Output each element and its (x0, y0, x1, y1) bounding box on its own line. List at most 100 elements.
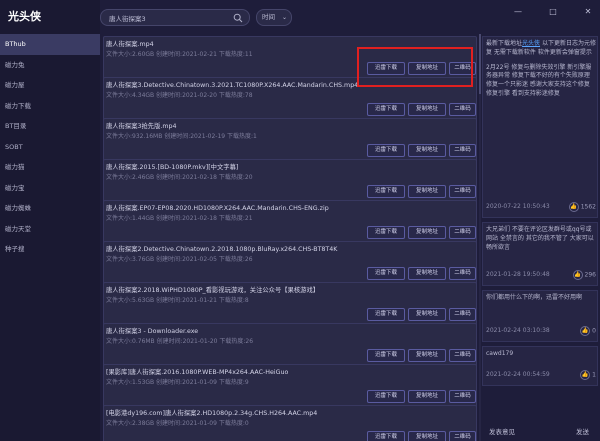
result-meta: 文件大小:5.63GB 创建时间:2021-01-21 下载热度:8 (106, 297, 249, 304)
qrcode-button[interactable]: 二维码 (449, 185, 476, 198)
feedback-label[interactable]: 发表意见 (489, 426, 515, 436)
result-card: 唐人街探案2.2018.WiPHD1080P_看影视玩游戏，关注公众号【果核游戏… (103, 282, 477, 326)
comment-footer: 2021-02-24 03:10:38 👍 0 (486, 326, 596, 337)
copy-address-button[interactable]: 复制地址 (408, 267, 446, 280)
sidebar: 光头侠 BThub 磁力兔 磁力屋 磁力下载 BT目录 SOBT 磁力猫 磁力宝… (0, 0, 100, 441)
result-title: 唐人街探案3 - Downloader.exe (106, 328, 199, 335)
thunder-download-button[interactable]: 迅雷下载 (367, 185, 405, 198)
result-title: 唐人街探案3.Detective.Chinatown.3.2021.TC1080… (106, 82, 359, 89)
sidebar-item-sobt[interactable]: SOBT (0, 137, 100, 158)
sidebar-item-cilibao[interactable]: 磁力宝 (0, 178, 100, 199)
comment-text: 你们都用什么下的啊，迅雷不好用啊 (486, 294, 583, 301)
copy-address-button[interactable]: 复制地址 (408, 226, 446, 239)
comment-text: 最新下载地址光头侠 以下更新日志为元修复 无需下载新软件 软件更新会弹窗提示 2… (486, 40, 596, 99)
sort-label: 时间 (262, 13, 275, 21)
like-button[interactable]: 👍 296 (572, 270, 596, 280)
scrollbar-thumb[interactable] (479, 34, 481, 94)
result-title: 唐人街探案2.Detective.Chinatown.2.2018.1080p.… (106, 246, 338, 253)
comment-card: cawd179 2021-02-24 00:54:59 👍 1 (482, 346, 598, 386)
send-button[interactable]: 发送 (576, 426, 589, 436)
like-count: 1562 (580, 203, 596, 211)
thumbs-up-icon: 👍 (580, 326, 591, 336)
sidebar-item-btmulu[interactable]: BT目录 (0, 116, 100, 137)
thumbs-up-icon: 👍 (572, 270, 583, 280)
thunder-download-button[interactable]: 迅雷下载 (367, 103, 405, 116)
result-card: 唐人街探案3.Detective.Chinatown.3.2021.TC1080… (103, 77, 477, 121)
result-card: 唐人街探案.EP07-EP08.2020.HD1080P.X264.AAC.Ma… (103, 200, 477, 244)
result-meta: 文件大小:2.60GB 创建时间:2021-02-21 下载热度:11 (106, 51, 253, 58)
sort-dropdown[interactable]: 时间 ⌄ (256, 9, 292, 26)
qrcode-button[interactable]: 二维码 (449, 308, 476, 321)
like-button[interactable]: 👍 0 (580, 326, 596, 336)
top-bar: 时间 ⌄ (100, 0, 480, 34)
comment-card: 你们都用什么下的啊，迅雷不好用啊 2021-02-24 03:10:38 👍 0 (482, 290, 598, 342)
sidebar-item-cilizhizhu[interactable]: 磁力蜘蛛 (0, 198, 100, 219)
copy-address-button[interactable]: 复制地址 (408, 144, 446, 157)
like-button[interactable]: 👍 1 (580, 370, 596, 380)
copy-address-button[interactable]: 复制地址 (408, 185, 446, 198)
comment-date: 2021-02-24 03:10:38 (486, 327, 550, 334)
thunder-download-button[interactable]: 迅雷下载 (367, 62, 405, 75)
result-meta: 文件大小:0.76MB 创建时间:2021-01-20 下载热度:26 (106, 338, 254, 345)
comment-text: cawd179 (486, 350, 514, 357)
minimize-icon[interactable]: — (512, 6, 524, 18)
qrcode-button[interactable]: 二维码 (449, 267, 476, 280)
comment-footer: 2021-01-28 19:50:48 👍 296 (486, 270, 596, 281)
result-meta: 文件大小:2.46GB 创建时间:2021-02-18 下载热度:20 (106, 174, 253, 181)
result-meta: 文件大小:3.76GB 创建时间:2021-02-05 下载热度:26 (106, 256, 253, 263)
download-link[interactable]: 光头侠 (522, 40, 540, 47)
result-card: 唐人街探案.2015.[BD-1080P.mkv][中文字幕] 文件大小:2.4… (103, 159, 477, 203)
result-card: 唐人街探案2.Detective.Chinatown.2.2018.1080p.… (103, 241, 477, 285)
result-title: 唐人街探案2.2018.WiPHD1080P_看影视玩游戏，关注公众号【果核游戏… (106, 287, 320, 294)
comment-text: 大兄弟们 不要在评论区发群号或qq号或网站 全禁言的 其它的我不管了 大家可以畅… (486, 226, 594, 251)
comment-text-prefix: 最新下载地址 (486, 40, 523, 47)
thunder-download-button[interactable]: 迅雷下载 (367, 349, 405, 362)
thunder-download-button[interactable]: 迅雷下载 (367, 390, 405, 403)
copy-address-button[interactable]: 复制地址 (408, 349, 446, 362)
qrcode-button[interactable]: 二维码 (449, 390, 476, 403)
sidebar-item-cilixiazai[interactable]: 磁力下载 (0, 96, 100, 117)
copy-address-button[interactable]: 复制地址 (408, 103, 446, 116)
thumbs-up-icon: 👍 (568, 202, 579, 212)
sidebar-item-cilitu[interactable]: 磁力兔 (0, 55, 100, 76)
comment-card: 大兄弟们 不要在评论区发群号或qq号或网站 全禁言的 其它的我不管了 大家可以畅… (482, 222, 598, 286)
result-meta: 文件大小:4.34GB 创建时间:2021-02-20 下载热度:78 (106, 92, 253, 99)
search-box (100, 9, 250, 26)
qrcode-button[interactable]: 二维码 (449, 144, 476, 157)
results-scrollbar[interactable] (479, 34, 481, 441)
comment-date: 2021-01-28 19:50:48 (486, 271, 550, 278)
sidebar-item-cilimao[interactable]: 磁力猫 (0, 157, 100, 178)
sidebar-item-cilitiantang[interactable]: 磁力天堂 (0, 219, 100, 240)
qrcode-button[interactable]: 二维码 (449, 431, 476, 441)
changelog-text: 2月22号 修复与删除失效引擎 新引擎服务器异常 修复下载不好的有个失败原理 修… (486, 63, 592, 97)
qrcode-button[interactable]: 二维码 (449, 103, 476, 116)
thunder-download-button[interactable]: 迅雷下载 (367, 431, 405, 441)
sidebar-item-zhongzisou[interactable]: 种子搜 (0, 239, 100, 260)
sidebar-item-bthub[interactable]: BThub (0, 34, 100, 55)
sidebar-item-ciliwu[interactable]: 磁力屋 (0, 75, 100, 96)
copy-address-button[interactable]: 复制地址 (408, 62, 446, 75)
copy-address-button[interactable]: 复制地址 (408, 308, 446, 321)
thunder-download-button[interactable]: 迅雷下载 (367, 226, 405, 239)
like-button[interactable]: 👍 1562 (568, 202, 596, 212)
like-count: 296 (584, 271, 596, 279)
copy-address-button[interactable]: 复制地址 (408, 431, 446, 441)
maximize-icon[interactable]: □ (547, 6, 559, 18)
thunder-download-button[interactable]: 迅雷下载 (367, 308, 405, 321)
comment-footer: 2021-02-24 00:54:59 👍 1 (486, 370, 596, 381)
result-card: 唐人街探案.mp4 文件大小:2.60GB 创建时间:2021-02-21 下载… (103, 36, 477, 80)
result-meta: 文件大小:1.44GB 创建时间:2021-02-18 下载热度:21 (106, 215, 253, 222)
qrcode-button[interactable]: 二维码 (449, 349, 476, 362)
qrcode-button[interactable]: 二维码 (449, 62, 476, 75)
copy-address-button[interactable]: 复制地址 (408, 390, 446, 403)
thunder-download-button[interactable]: 迅雷下载 (367, 144, 405, 157)
result-meta: 文件大小:1.53GB 创建时间:2021-01-09 下载热度:9 (106, 379, 249, 386)
result-list: 唐人街探案.mp4 文件大小:2.60GB 创建时间:2021-02-21 下载… (103, 34, 477, 441)
search-input[interactable] (109, 12, 229, 24)
comment-card: 最新下载地址光头侠 以下更新日志为元修复 无需下载新软件 软件更新会弹窗提示 2… (482, 36, 598, 218)
qrcode-button[interactable]: 二维码 (449, 226, 476, 239)
close-icon[interactable]: ✕ (582, 6, 594, 18)
search-icon[interactable] (233, 13, 243, 23)
thunder-download-button[interactable]: 迅雷下载 (367, 267, 405, 280)
result-title: 唐人街探案3抢先版.mp4 (106, 123, 177, 130)
